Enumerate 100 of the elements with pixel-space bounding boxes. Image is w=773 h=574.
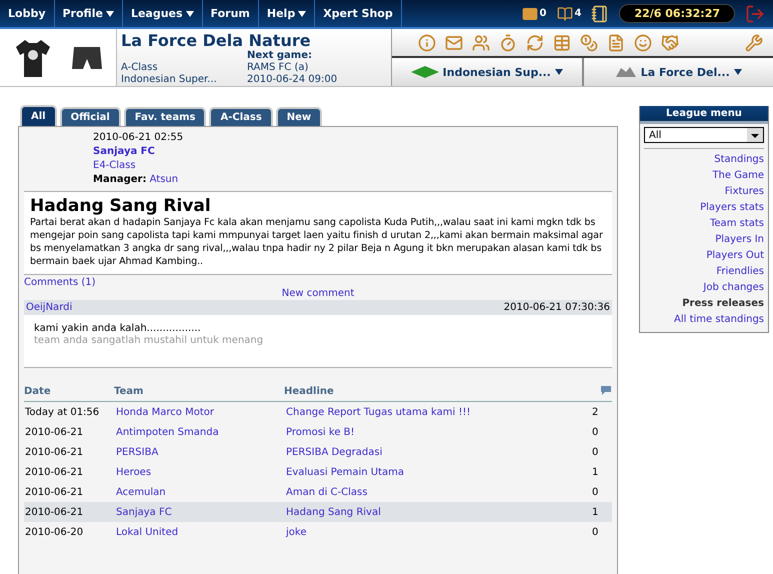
headline-link[interactable]: PERSIBA Degradasi — [286, 446, 592, 458]
nav-item[interactable]: Xpert Shop — [315, 0, 402, 27]
comment-time: 2010-06-21 07:30:36 — [504, 302, 610, 313]
headline-link[interactable]: Change Report Tugas utama kami !!! — [286, 406, 592, 418]
headline-link[interactable]: Aman di C-Class — [286, 486, 592, 498]
team-link[interactable]: Antimpoten Smanda — [116, 426, 286, 438]
comment-count: 0 — [592, 446, 600, 458]
tab[interactable]: New — [276, 107, 322, 126]
table-row[interactable]: 2010-06-21 PERSIBA PERSIBA Degradasi 0 — [24, 442, 612, 462]
refresh-icon[interactable] — [526, 34, 544, 52]
stopwatch-icon[interactable] — [499, 34, 517, 52]
headline-link[interactable]: Promosi ke B! — [286, 426, 592, 438]
comment-count: 0 — [592, 486, 600, 498]
filter-value: All — [649, 130, 662, 140]
headline-link[interactable]: joke — [286, 526, 592, 538]
guestbook-count: 4 — [574, 8, 582, 19]
table-icon[interactable] — [553, 34, 571, 52]
menu-link[interactable]: Team stats — [710, 217, 764, 230]
handshake-icon[interactable] — [661, 34, 679, 52]
document-icon[interactable] — [607, 34, 625, 52]
tab[interactable]: Official — [60, 107, 121, 126]
team-link[interactable]: Lokal United — [116, 526, 286, 538]
menu-link[interactable]: The Game — [712, 169, 764, 182]
menu-link[interactable]: Friendlies — [716, 265, 764, 278]
next-game-label: Next game: — [247, 50, 313, 62]
manager-label: Manager: — [93, 174, 146, 185]
column-header: Headline — [284, 386, 334, 397]
table-row[interactable]: 2010-06-21 Heroes Evaluasi Pemain Utama 1 — [24, 462, 612, 482]
table-row[interactable]: 2010-06-21 Acemulan Aman di C-Class 0 — [24, 482, 612, 502]
book-icon[interactable] — [556, 6, 572, 22]
menu-link[interactable]: Job changes — [703, 281, 764, 294]
next-game-date: 2010-06-24 09:00 — [247, 74, 338, 86]
comment-count: 0 — [592, 426, 600, 438]
people-icon[interactable] — [472, 34, 490, 52]
team-name: La Force Dela Nature — [121, 31, 312, 50]
next-opponent: RAMS FC (a) — [247, 62, 310, 74]
mail-count: 0 — [540, 8, 546, 19]
comment-author[interactable]: OeijNardi — [26, 302, 72, 313]
team-link[interactable]: Heroes — [116, 466, 286, 478]
comment-count: 2 — [592, 406, 600, 418]
comment-count: 1 — [592, 466, 600, 478]
date-cell-text: 2010-06-21 — [25, 506, 84, 518]
manager-link[interactable]: Atsun — [150, 174, 178, 185]
table-row[interactable]: 2010-06-21 Sanjaya FC Hadang Sang Rival 1 — [24, 502, 612, 522]
headline-link[interactable]: Evaluasi Pemain Utama — [286, 466, 592, 478]
menu-link[interactable]: Standings — [714, 153, 764, 166]
clock: 22/6 06:32:27 — [619, 4, 735, 23]
table-row[interactable]: Today at 01:56 Honda Marco Motor Change Report Tugas utama kami !!! 2 — [24, 402, 612, 422]
tab[interactable]: All — [20, 105, 57, 126]
comment-count: 1 — [592, 506, 600, 518]
table-row[interactable]: 2010-06-20 Lokal United joke 0 — [24, 522, 612, 542]
date-cell-text: 2010-06-21 — [25, 466, 84, 478]
notepad-icon[interactable] — [591, 4, 610, 22]
menu-link[interactable]: Players In — [715, 233, 764, 246]
class-link[interactable]: E4-Class — [93, 159, 612, 173]
smiley-icon[interactable] — [634, 34, 652, 52]
headline-link[interactable]: Hadang Sang Rival — [286, 506, 592, 518]
team-link[interactable]: Sanjaya FC — [116, 506, 286, 518]
release-text: Partai berat akan d hadapin Sanjaya Fc kala akan menjamu sang capolista Kuda Putih,,,walau saat ini kami mgkn tdk bs mengejar poin sang capolista tapi kami mmpunyai target laen yaitu finish d urutan 2,,,kami akan bermain maksimal agar bs menyelamatkan 3 angka dr sang rival,,,walau tnpa hadir ny 2 pilar Beja n Agung it bkn merupakan alasan kami tdk bs bermain baek ujar Ahmad Kambing.. — [30, 216, 604, 268]
nav-item[interactable]: Lobby — [0, 0, 54, 27]
nav-item[interactable]: Leagues — [122, 0, 203, 27]
logout-icon[interactable] — [745, 4, 765, 24]
release-date: 2010-06-21 02:55 — [93, 131, 184, 145]
team-link[interactable]: Honda Marco Motor — [116, 406, 286, 418]
settings-icon[interactable] — [745, 34, 763, 52]
league-selector[interactable]: Indonesian Sup... — [392, 58, 584, 86]
menu-title: League menu — [640, 106, 768, 124]
table-row[interactable]: 2010-06-21 Antimpoten Smanda Promosi ke B! 0 — [24, 422, 612, 442]
menu-link[interactable]: Fixtures — [724, 185, 764, 198]
tab[interactable]: Fav. teams — [124, 107, 206, 126]
nav-item[interactable]: Help — [258, 0, 316, 27]
date-cell-text: 2010-06-20 — [25, 526, 84, 538]
menu-link[interactable]: Press releases — [682, 297, 764, 310]
date-cell-text: Today at 01:56 — [25, 406, 100, 418]
shorts-icon — [72, 44, 102, 70]
coins-icon[interactable] — [580, 34, 598, 52]
nav-item[interactable]: Profile — [54, 0, 123, 27]
comments-link[interactable]: Comments (1) — [24, 277, 612, 288]
team-link[interactable]: Sanjaya FC — [93, 145, 612, 159]
team-class: A-Class — [121, 62, 159, 74]
tab[interactable]: A-Class — [209, 107, 273, 126]
nav-item[interactable]: Forum — [202, 0, 259, 27]
date-cell-text: 2010-06-21 — [25, 446, 84, 458]
date-cell-text: 2010-06-21 — [25, 486, 84, 498]
team-link[interactable]: PERSIBA — [116, 446, 286, 458]
caret-icon — [734, 69, 742, 75]
menu-link[interactable]: Players Out — [706, 249, 764, 262]
new-comment-link[interactable]: New comment — [282, 288, 354, 299]
team-link[interactable]: Acemulan — [116, 486, 286, 498]
column-header: Date — [24, 386, 51, 397]
info-icon[interactable] — [418, 34, 436, 52]
speech-bubble-icon — [600, 385, 612, 395]
filter-dropdown[interactable]: All — [644, 127, 764, 143]
menu-link[interactable]: Players stats — [700, 201, 764, 214]
release-title: Hadang Sang Rival — [30, 196, 212, 216]
date-cell-text: 2010-06-21 — [25, 426, 84, 438]
menu-link[interactable]: All time standings — [674, 313, 764, 326]
column-header: Team — [114, 386, 144, 397]
team-selector[interactable]: La Force Del... — [584, 58, 773, 86]
comment-count: 0 — [592, 526, 600, 538]
